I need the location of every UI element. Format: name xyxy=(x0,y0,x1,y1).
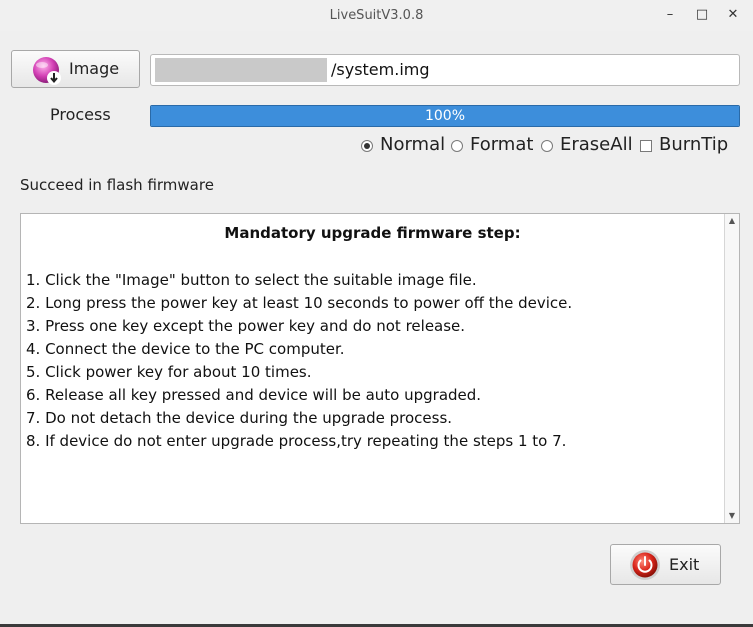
maximize-button[interactable]: □ xyxy=(691,5,713,25)
image-button-label: Image xyxy=(69,59,120,78)
window-title: LiveSuitV3.0.8 xyxy=(329,8,424,23)
checkbox-burntip-label: BurnTip xyxy=(659,134,729,155)
instruction-step: 4. Connect the device to the PC computer… xyxy=(26,340,345,358)
radio-format-label: Format xyxy=(470,134,534,155)
instructions-content: Mandatory upgrade firmware step: 1. Clic… xyxy=(21,214,724,523)
exit-power-icon xyxy=(630,550,660,580)
checkbox-burntip-indicator[interactable] xyxy=(640,140,652,152)
instruction-step: 3. Press one key except the power key an… xyxy=(26,317,466,335)
redacted-path-segment xyxy=(155,58,327,82)
instructions-heading: Mandatory upgrade firmware step: xyxy=(224,224,521,242)
scroll-down-arrow-icon[interactable]: ▼ xyxy=(725,509,739,523)
radio-eraseall-label: EraseAll xyxy=(560,134,633,155)
instruction-step: 7. Do not detach the device during the u… xyxy=(26,409,453,427)
image-path-value: /system.img xyxy=(331,60,430,79)
status-message: Succeed in flash firmware xyxy=(20,176,214,194)
progress-bar: 100% xyxy=(150,105,740,127)
image-path-field[interactable]: /system.img xyxy=(150,54,740,86)
minimize-button[interactable]: – xyxy=(659,5,681,25)
instruction-step: 2. Long press the power key at least 10 … xyxy=(26,294,573,312)
instruction-step: 5. Click power key for about 10 times. xyxy=(26,363,312,381)
radio-format-indicator[interactable] xyxy=(451,140,463,152)
instructions-steps: 1. Click the "Image" button to select th… xyxy=(26,269,572,453)
instructions-panel[interactable]: Mandatory upgrade firmware step: 1. Clic… xyxy=(20,213,740,524)
scroll-up-arrow-icon[interactable]: ▲ xyxy=(725,214,739,228)
radio-normal-label: Normal xyxy=(380,134,446,155)
exit-button-label: Exit xyxy=(669,555,700,574)
instruction-step: 1. Click the "Image" button to select th… xyxy=(26,271,477,289)
radio-normal-indicator[interactable] xyxy=(361,140,373,152)
image-button[interactable]: Image xyxy=(11,50,140,88)
close-button[interactable]: ✕ xyxy=(722,5,744,25)
radio-eraseall-indicator[interactable] xyxy=(541,140,553,152)
title-bar: LiveSuitV3.0.8 – □ ✕ xyxy=(0,0,753,31)
image-folder-icon xyxy=(33,57,61,85)
process-label: Process xyxy=(50,105,111,124)
instruction-step: 8. If device do not enter upgrade proces… xyxy=(26,432,567,450)
vertical-scrollbar[interactable]: ▲ ▼ xyxy=(724,214,739,523)
progress-text: 100% xyxy=(424,108,466,124)
instruction-step: 6. Release all key pressed and device wi… xyxy=(26,386,482,404)
exit-button[interactable]: Exit xyxy=(610,544,721,585)
